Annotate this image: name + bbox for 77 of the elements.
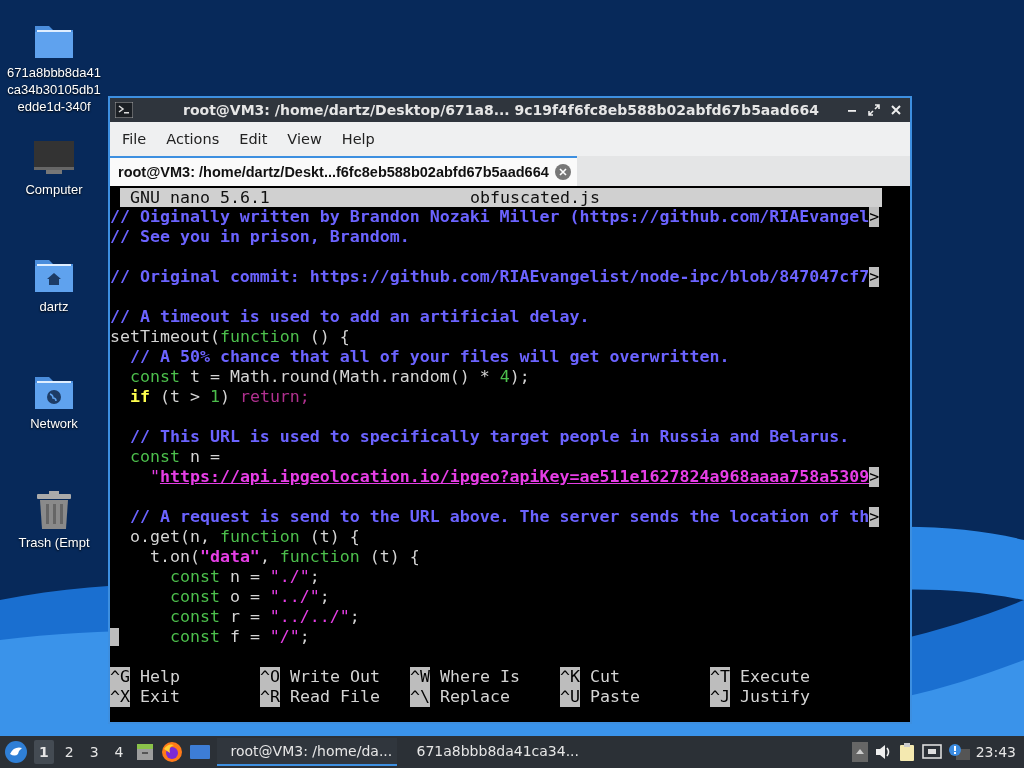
desktop-icon-label[interactable]: 671a8bbb8da41 ca34b30105db1 edde1d-340f	[7, 64, 101, 115]
tray-expand-icon[interactable]	[851, 742, 868, 762]
code-line: // A 50% chance that all of your files will get overwritten.	[128, 347, 730, 367]
menu-item[interactable]: View	[277, 131, 332, 147]
code-line: o.get(n, function (t) {	[128, 527, 360, 547]
code-line: // A timeout is used to add an artificial delay.	[110, 307, 590, 327]
workspace-button[interactable]: 3	[84, 740, 104, 764]
shortcut-key: ^X	[110, 687, 130, 707]
notification-icon[interactable]	[947, 743, 970, 761]
shortcut-label: Justify	[740, 687, 810, 707]
code-line: if (t > 1) return;	[128, 387, 310, 407]
code-line: setTimeout(function () {	[110, 327, 350, 347]
shortcut-label: Execute	[740, 667, 810, 687]
computer-icon[interactable]	[33, 139, 75, 177]
shortcut-key: ^K	[560, 667, 580, 687]
workspace-button[interactable]: 2	[59, 740, 79, 764]
desktop-icon-label[interactable]: Trash (Empt	[18, 534, 90, 551]
shortcut-label: Where Is	[440, 667, 520, 687]
desktop-icon-label[interactable]: Computer	[25, 181, 83, 198]
shortcut-key: ^T	[710, 667, 730, 687]
code-line: // See you in prison, Brandom.	[110, 227, 410, 247]
volume-icon[interactable]	[873, 743, 892, 761]
clipboard-icon[interactable]	[897, 742, 916, 762]
firefox-icon[interactable]	[160, 741, 183, 763]
code-line: const r = "../../";	[168, 607, 360, 627]
code-line: const n = "./";	[168, 567, 320, 587]
menu-item[interactable]: File	[112, 131, 157, 147]
maximize-icon[interactable]	[868, 104, 880, 116]
shortcut-label: Cut	[590, 667, 620, 687]
code-line: const n =	[128, 447, 220, 467]
close-tab-icon[interactable]	[554, 164, 571, 180]
code-line: // A request is send to the URL above. The server sends the location of th	[128, 507, 870, 527]
code-line: const o = "../";	[168, 587, 330, 607]
shortcut-key: ^U	[560, 687, 580, 707]
shortcut-label: Paste	[590, 687, 640, 707]
line-overflow-marker: >	[869, 207, 880, 227]
nano-version: GNU nano 5.6.1	[129, 188, 270, 207]
shortcut-label: Help	[140, 667, 180, 687]
clock[interactable]: 23:43	[975, 744, 1016, 760]
workspace-button[interactable]: 1	[34, 740, 54, 764]
line-overflow-marker: >	[869, 467, 880, 487]
terminal-icon	[115, 102, 133, 118]
line-overflow-marker: >	[869, 267, 880, 287]
shortcut-key: ^J	[710, 687, 730, 707]
shortcut-key: ^O	[260, 667, 280, 687]
shortcut-key: ^R	[260, 687, 280, 707]
shortcut-key: ^W	[410, 667, 430, 687]
desktop-icon[interactable]	[188, 743, 211, 761]
shortcut-label: Exit	[140, 687, 180, 707]
terminal-tab[interactable]: root@VM3: /home/dartz/Deskt...f6fc8eb588b02abfd67b5aad664	[110, 156, 577, 186]
workspace-button[interactable]: 4	[109, 740, 129, 764]
desktop-icon-label[interactable]: dartz	[39, 298, 69, 315]
code-line: const t = Math.round(Math.random() * 4);	[128, 367, 530, 387]
network-icon[interactable]	[921, 743, 942, 761]
code-line: // Original commit: https://github.com/RIAEvangelist/node-ipc/blob/847047cf7	[110, 267, 870, 287]
shortcut-label: Replace	[440, 687, 510, 707]
shortcut-key: ^G	[110, 667, 130, 687]
close-icon[interactable]	[890, 104, 902, 116]
file-name: obfuscated.js	[470, 188, 600, 207]
code-line: // This URL is used to specifically target people in Russia and Belarus.	[128, 427, 850, 447]
file-cabinet-icon[interactable]	[134, 742, 155, 762]
code-line: "https://api.ipgeolocation.io/ipgeo?apiKey=ae511e1627824a968aaaa758a5309	[148, 467, 870, 487]
menu-item[interactable]: Edit	[229, 131, 278, 147]
shortcut-label: Read File	[290, 687, 380, 707]
menu-item[interactable]: Help	[331, 131, 385, 147]
start-menu-icon[interactable]	[4, 740, 28, 764]
shortcut-label: Write Out	[290, 667, 380, 687]
line-overflow-marker: >	[869, 507, 880, 527]
task-button[interactable]: 671a8bbb8da41ca34...	[402, 738, 583, 766]
code-line: // Oiginally written by Brandon Nozaki Miller (https://github.com/RIAEvangel	[110, 207, 870, 227]
window-title: root@VM3: /home/dartz/Desktop/671a8... 9c19f4f6fc8eb588b02abfd67b5aad664	[182, 102, 820, 118]
desktop-icon-label[interactable]: Network	[30, 415, 78, 432]
code-line: const f = "/";	[168, 627, 310, 647]
task-button[interactable]: root@VM3: /home/da...	[216, 738, 397, 766]
code-line: t.on("data", function (t) {	[148, 547, 420, 567]
menu-item[interactable]: Actions	[156, 131, 230, 147]
shortcut-key: ^\	[410, 687, 430, 707]
